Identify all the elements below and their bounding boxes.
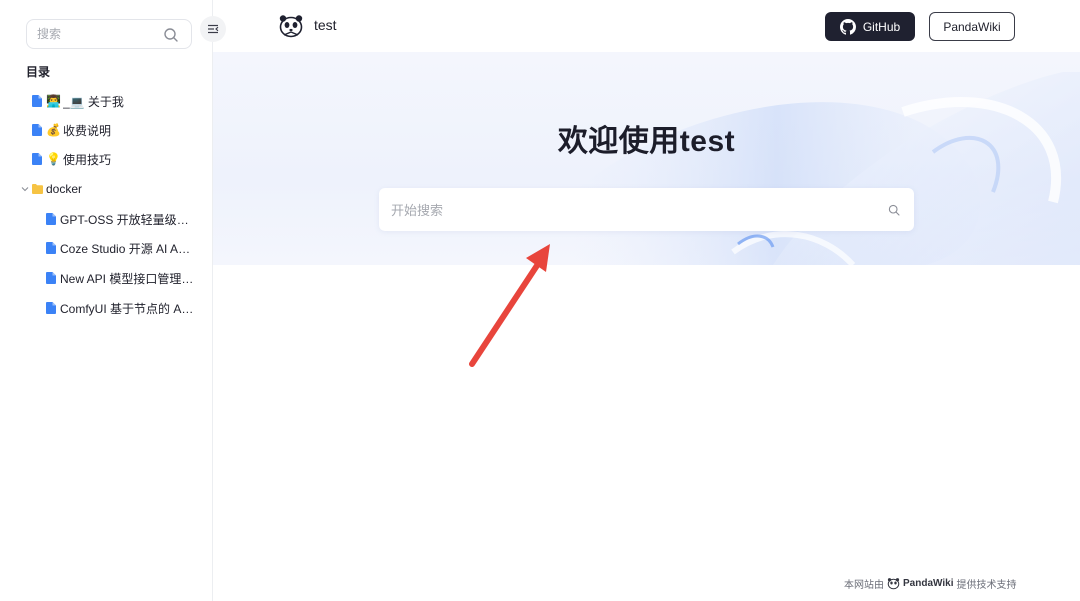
hero-title: 欢迎使用test	[557, 125, 736, 158]
toc-item-coze-studio[interactable]: Coze Studio 开源 AI Age...	[46, 237, 196, 259]
toc-item-label: 收费说明	[62, 123, 111, 138]
chevron-down-icon[interactable]	[21, 185, 29, 193]
footer-brand-link[interactable]: PandaWiki	[903, 578, 953, 589]
technologist-emoji-icon: 👨‍💻	[46, 94, 61, 108]
toc-item-new-api[interactable]: New API 模型接口管理与...	[46, 267, 196, 289]
hero-banner: 欢迎使用test	[213, 52, 1080, 265]
hero-search-box[interactable]	[379, 188, 914, 231]
site-title[interactable]: test	[314, 17, 337, 33]
toc-title: 目录	[26, 65, 51, 79]
toc-item-label: 使用技巧	[62, 152, 111, 167]
toc-item-label: Coze Studio 开源 AI Age...	[60, 241, 196, 256]
sidebar-search-input[interactable]	[37, 25, 157, 43]
footer-suffix: 提供技术支持	[956, 580, 1017, 591]
collapse-menu-icon	[208, 24, 219, 34]
search-icon[interactable]	[888, 204, 900, 216]
footer-credit: 本网站由 PandaWiki 提供技术支持	[844, 576, 1016, 591]
sidebar-collapse-button[interactable]	[200, 16, 226, 42]
sidebar: 目录 👨‍💻 _💻 关于我 💰 收费说明 💡 使用技巧 docker	[0, 0, 213, 601]
github-icon	[839, 18, 856, 35]
hero-search-input[interactable]	[391, 200, 861, 220]
toc-item-label: GPT-OSS 开放轻量级语...	[60, 212, 196, 227]
panda-logo-icon[interactable]	[278, 13, 304, 39]
document-icon	[32, 124, 42, 136]
money-bag-icon: 💰	[46, 123, 61, 137]
document-icon	[46, 302, 56, 314]
light-bulb-icon: 💡	[46, 152, 61, 166]
annotation-arrow-icon	[469, 244, 550, 367]
folder-icon	[32, 184, 43, 194]
document-icon	[46, 242, 56, 254]
github-button[interactable]: GitHub	[825, 12, 915, 41]
toc-item-comfyui[interactable]: ComfyUI 基于节点的 AI ...	[46, 297, 196, 319]
toc-folder-label: docker	[46, 182, 83, 196]
pandawiki-button-label: PandaWiki	[943, 19, 1001, 34]
search-icon[interactable]	[163, 27, 179, 43]
toc-item-label: ComfyUI 基于节点的 AI ...	[60, 301, 196, 316]
footer-prefix: 本网站由	[844, 580, 884, 591]
document-icon	[32, 153, 42, 165]
toc-folder-docker[interactable]: docker	[21, 178, 82, 200]
document-icon	[32, 95, 42, 107]
toc-item-label: New API 模型接口管理与...	[60, 271, 196, 286]
toc-item-gpt-oss[interactable]: GPT-OSS 开放轻量级语...	[46, 208, 196, 230]
github-button-label: GitHub	[862, 19, 901, 34]
toc-item-about[interactable]: 👨‍💻 _💻 关于我	[32, 90, 124, 112]
toc-item-tips[interactable]: 💡 使用技巧	[32, 148, 111, 170]
document-icon	[46, 272, 56, 284]
pandawiki-button[interactable]: PandaWiki	[929, 12, 1015, 41]
top-header: test GitHub PandaWiki	[213, 0, 1080, 52]
document-icon	[46, 213, 56, 225]
panda-logo-icon	[887, 578, 900, 590]
toc-item-pricing[interactable]: 💰 收费说明	[32, 119, 111, 141]
sidebar-search[interactable]	[26, 19, 192, 49]
toc-item-label: _💻 关于我	[62, 94, 124, 109]
